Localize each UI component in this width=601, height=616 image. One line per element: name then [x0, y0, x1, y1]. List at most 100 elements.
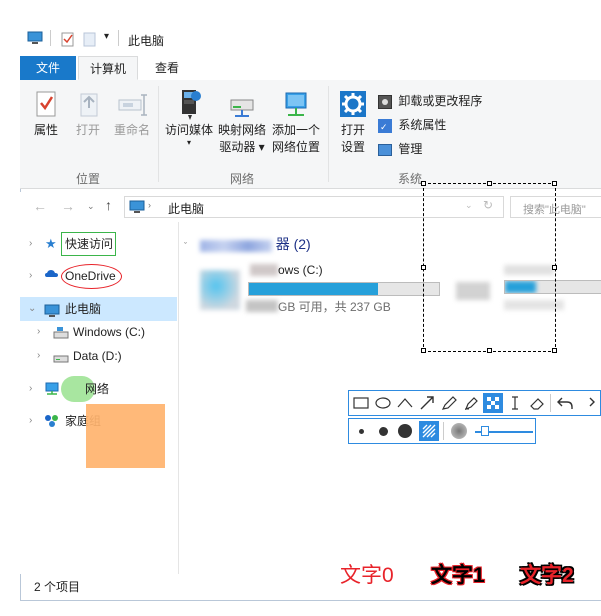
- access-media-button[interactable]: 访问媒体 ▾: [163, 88, 215, 147]
- polyline-tool-icon[interactable]: [395, 393, 415, 413]
- uninstall-label: 卸载或更改程序: [398, 94, 483, 108]
- drive-c-icon: [53, 325, 69, 347]
- map-drive-label-1: 映射网络: [217, 123, 266, 137]
- nav-item-windows-c[interactable]: › Windows (C:): [20, 321, 177, 343]
- undo-icon[interactable]: [555, 393, 575, 413]
- red-ellipse-annotation: [61, 264, 122, 289]
- recent-locations-chevron-icon[interactable]: ⌄: [87, 201, 95, 212]
- chevron-right-icon[interactable]: ›: [29, 378, 32, 400]
- manage-label: 管理: [398, 142, 423, 156]
- drive-c-usage-fill: [249, 283, 379, 295]
- arrow-tool-icon[interactable]: [417, 393, 437, 413]
- selection-rectangle[interactable]: [421, 181, 557, 353]
- properties-check-icon[interactable]: [61, 31, 75, 50]
- chevron-right-icon[interactable]: ›: [37, 345, 40, 367]
- open-button[interactable]: 打开: [70, 88, 106, 139]
- open-settings-label-2: 设置: [340, 140, 365, 154]
- network-icon: [44, 381, 60, 403]
- chevron-down-icon: ▾: [186, 138, 191, 147]
- open-settings-label-1: 打开: [340, 123, 365, 137]
- highlighter-tool-icon[interactable]: [461, 393, 481, 413]
- system-properties-icon: ✓: [378, 118, 392, 133]
- rename-button[interactable]: 重命名: [110, 88, 154, 139]
- manage-button[interactable]: 管理: [378, 140, 422, 158]
- system-properties-label: 系统属性: [398, 118, 447, 132]
- resize-handle[interactable]: [552, 181, 557, 186]
- brush-size-medium-icon[interactable]: [373, 421, 393, 441]
- group-chevron-icon: ˇ: [184, 241, 187, 251]
- orange-filled-rectangle: [86, 404, 165, 468]
- drive-tile-c[interactable]: ows (C:) GB 可用，共 237 GB: [196, 262, 442, 316]
- redo-icon[interactable]: [577, 393, 597, 413]
- blur-preview-icon: [449, 421, 469, 441]
- properties-icon: [27, 88, 65, 122]
- nav-label-data-d: Data (D:): [73, 349, 122, 363]
- open-label: 打开: [75, 123, 100, 137]
- homegroup-icon: [44, 413, 60, 435]
- resize-handle[interactable]: [421, 265, 426, 270]
- resize-handle[interactable]: [421, 348, 426, 353]
- properties-label: 属性: [33, 123, 58, 137]
- ellipse-tool-icon[interactable]: [373, 393, 393, 413]
- drive-d-icon: [53, 349, 69, 371]
- text-tool-icon[interactable]: [505, 393, 525, 413]
- add-network-location-button[interactable]: 添加一个 网络位置: [269, 88, 323, 156]
- chevron-right-icon[interactable]: ›: [37, 321, 40, 343]
- rectangle-tool-icon[interactable]: [351, 393, 371, 413]
- address-separator-icon: ›: [148, 200, 151, 210]
- resize-handle[interactable]: [487, 181, 492, 186]
- tab-view[interactable]: 查看: [142, 56, 192, 80]
- mosaic-tool-icon[interactable]: [483, 393, 503, 413]
- chevron-right-icon[interactable]: ›: [29, 410, 32, 432]
- cloud-icon: [44, 265, 60, 287]
- eraser-tool-icon[interactable]: [527, 393, 547, 413]
- slider-handle[interactable]: [481, 426, 489, 436]
- toolbar-divider: [550, 394, 551, 412]
- nav-item-data-d[interactable]: › Data (D:): [20, 345, 177, 367]
- ribbon-separator: [328, 86, 329, 182]
- nav-item-this-pc[interactable]: ⌄ 此电脑: [20, 297, 177, 321]
- brush-size-small-icon[interactable]: [351, 421, 371, 441]
- toolbar-divider: [443, 422, 444, 440]
- qat-dropdown[interactable]: ▾: [104, 31, 109, 42]
- computer-icon: [27, 31, 43, 44]
- add-location-label-2: 网络位置: [271, 140, 320, 154]
- open-settings-button[interactable]: 打开 设置: [334, 88, 372, 156]
- uninstall-button[interactable]: 卸载或更改程序: [378, 92, 482, 110]
- gear-icon: [334, 88, 372, 122]
- group-header[interactable]: ˇ 器 (2): [184, 234, 311, 254]
- system-properties-button[interactable]: ✓ 系统属性: [378, 116, 446, 134]
- up-arrow-icon[interactable]: ↑: [105, 197, 112, 213]
- nav-item-network[interactable]: › 网络: [20, 378, 177, 400]
- chevron-down-icon[interactable]: ⌄: [28, 297, 36, 321]
- map-drive-button[interactable]: 映射网络 驱动器 ▾: [216, 88, 268, 156]
- forward-arrow-icon[interactable]: →: [61, 198, 75, 214]
- computer-icon: [129, 200, 145, 217]
- network-drive-icon: [216, 88, 268, 122]
- tab-computer[interactable]: 计算机: [78, 56, 138, 80]
- resize-handle[interactable]: [552, 348, 557, 353]
- mosaic-blur-block: [246, 300, 278, 312]
- location-group-label: 位置: [75, 172, 100, 186]
- open-arrow-icon: [70, 88, 106, 122]
- mosaic-pattern-icon[interactable]: [419, 421, 439, 441]
- status-bar: 2 个项目: [20, 576, 601, 598]
- annotation-toolbar: [348, 390, 601, 416]
- ribbon-separator: [158, 86, 159, 182]
- nav-label-windows-c: Windows (C:): [73, 325, 146, 339]
- resize-handle[interactable]: [487, 348, 492, 353]
- resize-handle[interactable]: [421, 181, 426, 186]
- access-media-label: 访问媒体: [164, 123, 213, 137]
- properties-button[interactable]: 属性: [27, 88, 65, 139]
- tab-file[interactable]: 文件: [20, 56, 76, 80]
- mosaic-blur-block: [200, 239, 273, 252]
- add-location-label-1: 添加一个: [271, 123, 320, 137]
- address-path: 此电脑: [168, 202, 205, 216]
- new-folder-icon[interactable]: [83, 31, 97, 50]
- chevron-right-icon[interactable]: ›: [29, 265, 32, 287]
- resize-handle[interactable]: [552, 265, 557, 270]
- back-arrow-icon[interactable]: ←: [33, 198, 47, 214]
- chevron-right-icon[interactable]: ›: [29, 233, 32, 255]
- brush-size-large-icon[interactable]: [395, 421, 415, 441]
- pencil-tool-icon[interactable]: [439, 393, 459, 413]
